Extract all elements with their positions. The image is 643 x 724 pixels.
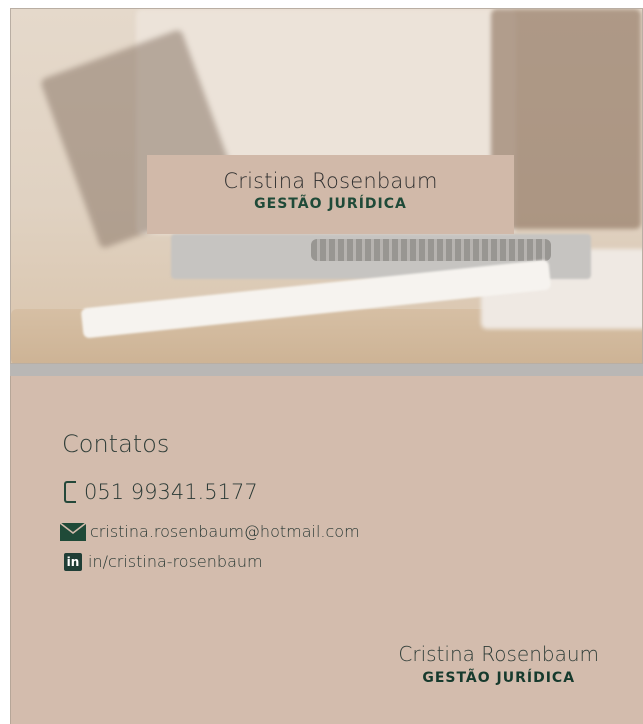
phone-number[interactable]: 051 99341.5177 [84, 480, 258, 504]
linkedin-icon: in [64, 552, 82, 571]
mail-icon [60, 522, 86, 541]
laptop-keys-photo [311, 239, 551, 261]
email-row[interactable]: cristina.rosenbaum@hotmail.com [60, 522, 360, 541]
linkedin-handle[interactable]: in/cristina-rosenbaum [88, 552, 263, 571]
contacts-title: Contatos [62, 430, 170, 458]
email-address[interactable]: cristina.rosenbaum@hotmail.com [90, 522, 360, 541]
linkedin-row[interactable]: in in/cristina-rosenbaum [64, 552, 263, 571]
phone-row[interactable]: 051 99341.5177 [64, 480, 258, 504]
card-back: Contatos 051 99341.5177 cristina.rosenba… [10, 376, 643, 724]
card-divider [10, 364, 643, 376]
back-name: Cristina Rosenbaum [398, 642, 599, 666]
front-name: Cristina Rosenbaum [223, 169, 438, 193]
phone-icon [64, 481, 76, 503]
front-role: GESTÃO JURÍDICA [254, 196, 407, 212]
card-front: Cristina Rosenbaum GESTÃO JURÍDICA [10, 8, 643, 364]
back-name-block: Cristina Rosenbaum GESTÃO JURÍDICA [398, 642, 599, 686]
back-role: GESTÃO JURÍDICA [422, 670, 576, 686]
front-name-box: Cristina Rosenbaum GESTÃO JURÍDICA [147, 155, 514, 234]
